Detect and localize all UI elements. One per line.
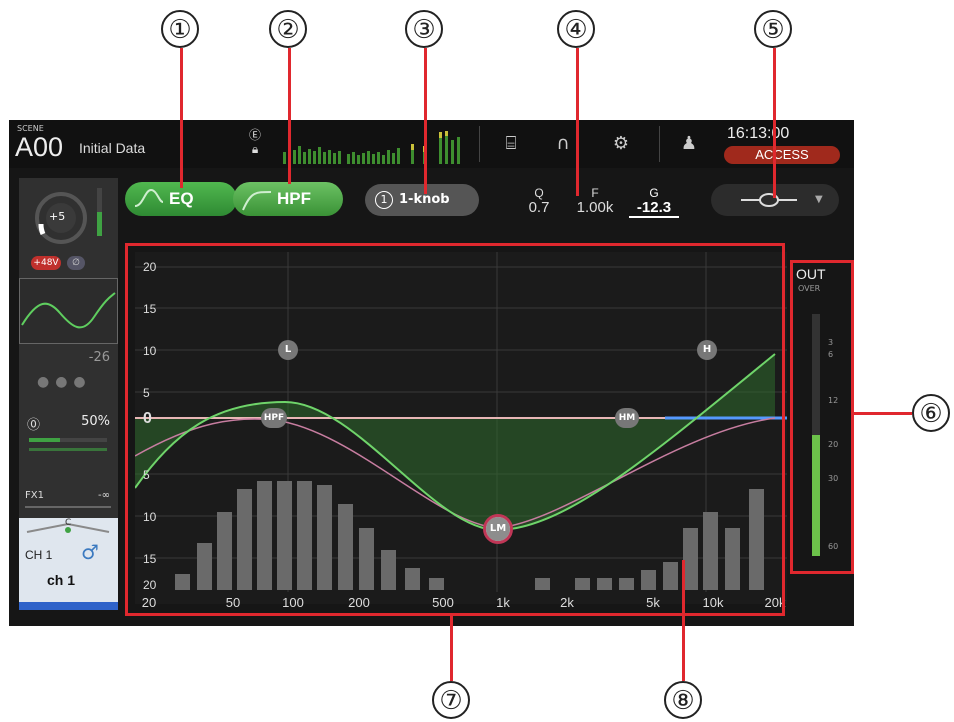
lock-icon[interactable]: Ⓔ 🔒︎	[249, 128, 261, 156]
eq-curve-icon	[134, 188, 163, 207]
callout-8: ⑧	[664, 681, 702, 719]
peaking-filter-icon	[741, 193, 797, 207]
divider	[479, 126, 480, 162]
divider	[659, 126, 660, 162]
callout-7: ⑦	[432, 681, 470, 719]
hpf-curve-icon	[242, 191, 271, 211]
annotation-box-meter	[790, 260, 854, 574]
g-value: -12.3	[629, 200, 679, 218]
gain-block[interactable]: +5 +48V ∅	[19, 178, 118, 279]
channel-name-box[interactable]: C CH 1 ♂ ch 1	[19, 518, 118, 610]
leader-2	[288, 48, 291, 184]
leader-4	[576, 48, 579, 196]
eq-thumbnail-curve	[21, 292, 116, 329]
fader-block[interactable]: -26 ●●●	[19, 344, 118, 405]
leader-3	[424, 48, 427, 194]
g-label: G	[649, 186, 659, 200]
chevron-down-icon: ▼	[815, 194, 823, 205]
callout-5: ⑤	[754, 10, 792, 48]
gain-value: +5	[49, 210, 66, 223]
callout-2: ②	[269, 10, 307, 48]
hpf-button[interactable]: HPF	[233, 182, 343, 216]
channel-id: CH 1	[25, 548, 53, 562]
callout-1: ①	[161, 10, 199, 48]
f-value: 1.00k	[576, 199, 614, 216]
q-label: Q	[534, 186, 544, 200]
input-meter-strip[interactable]	[281, 130, 471, 164]
leader-6	[854, 412, 912, 415]
eq-thumbnail[interactable]	[19, 278, 118, 344]
recorder-icon[interactable]: ⌸	[497, 130, 525, 158]
send-block[interactable]: ⓪ 50%	[19, 404, 118, 465]
fx-label: FX1	[25, 490, 44, 501]
phantom-badge[interactable]: +48V	[31, 256, 61, 270]
knob-mode-button[interactable]: 1 1-knob	[365, 184, 479, 216]
leader-8	[682, 560, 685, 681]
g-param[interactable]: G -12.3	[629, 186, 679, 218]
fader-value: -26	[88, 350, 110, 365]
fx-block[interactable]: FX1 -∞	[19, 464, 118, 519]
pan-marker: C	[65, 518, 72, 528]
channel-panel: +5 +48V ∅ -26 ●●● ⓪ 50% FX1 -∞ C CH 1 ♂ …	[19, 178, 118, 610]
send-icon: ⓪	[27, 418, 41, 433]
callout-3: ③	[405, 10, 443, 48]
send-percent: 50%	[81, 414, 110, 429]
leader-7	[450, 616, 453, 681]
access-button[interactable]: ACCESS	[724, 146, 840, 164]
channel-color-bar	[19, 602, 118, 610]
q-value: 0.7	[528, 199, 550, 216]
leader-1	[180, 48, 183, 188]
phase-icon[interactable]: ∅	[67, 256, 85, 270]
microphone-icon: ♂	[81, 540, 99, 564]
q-param[interactable]: Q 0.7	[519, 186, 559, 216]
clock: 16:13:00	[727, 125, 790, 142]
scene-name[interactable]: Initial Data	[79, 140, 145, 156]
callout-6: ⑥	[912, 394, 950, 432]
send-bar	[29, 438, 107, 442]
channel-name: ch 1	[47, 572, 76, 588]
top-bar: SCENE A00 Initial Data Ⓔ 🔒︎ ⌸ ∩ ⚙ ♟ 16:1…	[9, 120, 854, 168]
leader-5	[773, 48, 776, 198]
callout-4: ④	[557, 10, 595, 48]
annotation-box-graph	[125, 243, 785, 616]
scene-number[interactable]: A00	[15, 132, 63, 163]
dots-icon: ●●●	[37, 374, 92, 390]
knob-mode-number: 1	[375, 191, 393, 209]
user-icon[interactable]: ♟	[675, 130, 703, 158]
fx-bar	[25, 506, 111, 508]
fx-value: -∞	[98, 490, 110, 501]
send-bar-2	[29, 448, 107, 451]
gear-icon[interactable]: ⚙	[607, 130, 635, 158]
headphones-icon[interactable]: ∩	[549, 130, 577, 158]
hpf-label: HPF	[277, 189, 311, 208]
